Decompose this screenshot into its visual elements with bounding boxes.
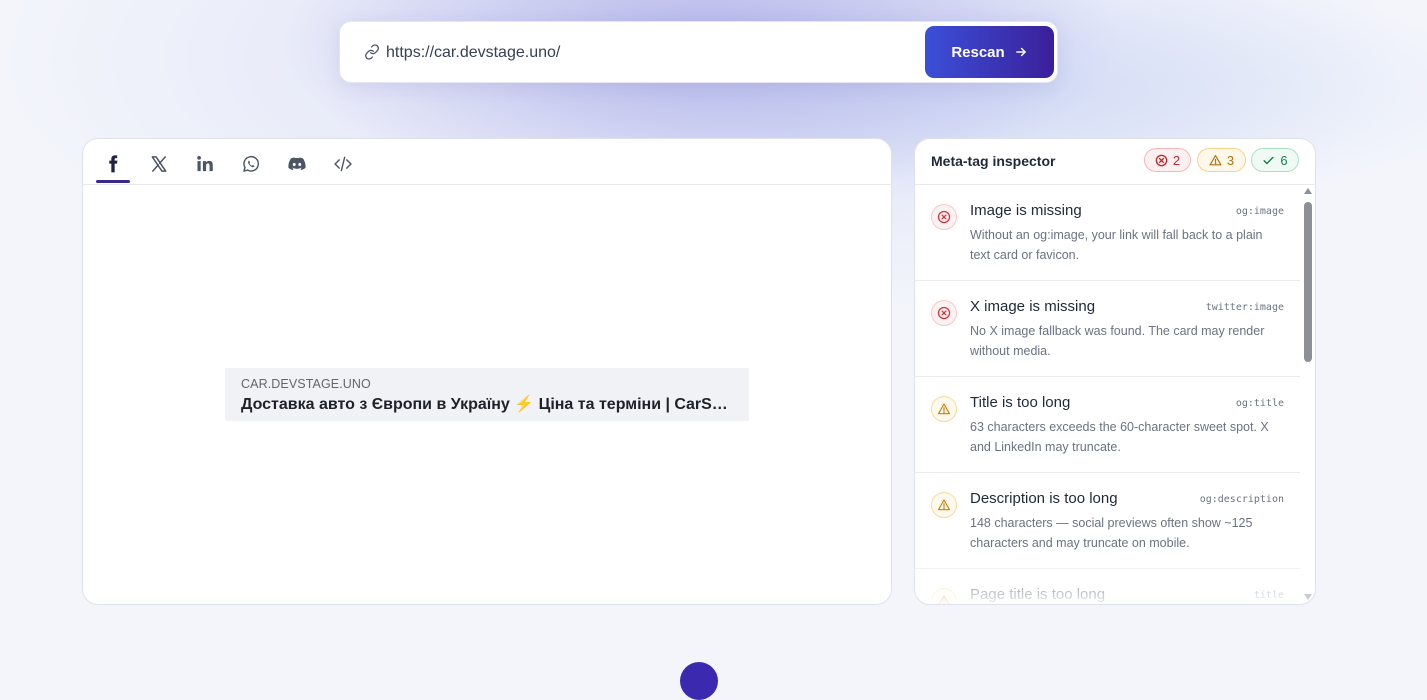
issue-title: X image is missing — [970, 298, 1096, 315]
issue-item[interactable]: Page title is too long title — [915, 569, 1300, 604]
url-bar: Rescan — [339, 21, 1058, 83]
preview-panel: CAR.DEVSTAGE.UNO Доставка авто з Європи … — [82, 138, 892, 605]
issue-description: 63 characters exceeds the 60-character s… — [970, 420, 1269, 454]
preview-title: Доставка авто з Європи в Україну ⚡ Ціна … — [241, 396, 733, 413]
warning-count-badge[interactable]: 3 — [1197, 148, 1246, 172]
issue-tag: og:image — [1235, 206, 1284, 217]
issue-description: Without an og:image, your link will fall… — [970, 228, 1263, 262]
issue-tag: og:title — [1235, 398, 1284, 409]
issue-description: No X image fallback was found. The card … — [970, 324, 1265, 358]
arrow-right-icon — [1015, 47, 1026, 57]
platform-tabs — [83, 139, 891, 185]
tab-x[interactable] — [142, 145, 176, 183]
whatsapp-icon — [243, 155, 260, 172]
issue-item[interactable]: Description is too long og:description 1… — [915, 473, 1300, 569]
warning-icon — [931, 588, 957, 604]
tab-facebook[interactable] — [96, 145, 130, 183]
error-count-badge[interactable]: 2 — [1144, 148, 1191, 172]
error-circle-icon — [1155, 154, 1168, 166]
tab-code[interactable] — [326, 145, 360, 183]
error-icon — [931, 204, 957, 230]
ok-count-badge[interactable]: 6 — [1251, 148, 1299, 172]
check-icon — [1263, 156, 1274, 164]
scroll-up-arrow-icon[interactable] — [1304, 188, 1312, 194]
issue-item[interactable]: Title is too long og:title 63 characters… — [915, 377, 1300, 473]
error-icon — [931, 300, 957, 326]
tab-discord[interactable] — [280, 145, 314, 183]
issue-tag: og:description — [1199, 494, 1284, 505]
issue-list[interactable]: Image is missing og:image Without an og:… — [915, 185, 1300, 604]
discord-icon — [288, 157, 306, 171]
warning-triangle-icon — [1209, 154, 1222, 165]
issue-tag: title — [1253, 590, 1284, 601]
code-icon — [334, 156, 352, 172]
preview-domain: CAR.DEVSTAGE.UNO — [241, 377, 371, 391]
url-input[interactable] — [386, 40, 906, 66]
rescan-button[interactable]: Rescan — [925, 26, 1054, 78]
error-count: 2 — [1172, 152, 1181, 168]
tab-whatsapp[interactable] — [234, 145, 268, 183]
tab-linkedin[interactable] — [188, 145, 222, 183]
scroll-down-arrow-icon[interactable] — [1304, 594, 1312, 600]
inspector-title: Meta-tag inspector — [931, 153, 1056, 169]
issue-item[interactable]: Image is missing og:image Without an og:… — [915, 185, 1300, 281]
warning-icon — [931, 396, 957, 422]
issue-description: 148 characters — social previews often s… — [970, 516, 1253, 550]
issue-title: Image is missing — [970, 202, 1082, 219]
scroll-thumb[interactable] — [1304, 202, 1312, 362]
issue-item[interactable]: X image is missing twitter:image No X im… — [915, 281, 1300, 377]
issue-title: Description is too long — [970, 490, 1118, 507]
facebook-icon — [109, 155, 118, 173]
rescan-label: Rescan — [951, 43, 1005, 61]
x-icon — [151, 156, 167, 172]
ok-count: 6 — [1280, 152, 1288, 168]
facebook-link-preview[interactable]: CAR.DEVSTAGE.UNO Доставка авто з Європи … — [225, 368, 749, 421]
link-icon — [365, 44, 379, 60]
issue-title: Title is too long — [970, 394, 1071, 411]
warning-icon — [931, 492, 957, 518]
issue-title: Page title is too long — [970, 586, 1106, 603]
inspector-scrollbar[interactable] — [1302, 185, 1314, 604]
linkedin-icon — [197, 156, 213, 172]
meta-tag-inspector: Meta-tag inspector 2 3 6 Image is missin… — [914, 138, 1316, 605]
warning-count: 3 — [1226, 152, 1235, 168]
inspector-header: Meta-tag inspector 2 3 6 — [915, 139, 1315, 185]
issue-tag: twitter:image — [1205, 302, 1284, 313]
